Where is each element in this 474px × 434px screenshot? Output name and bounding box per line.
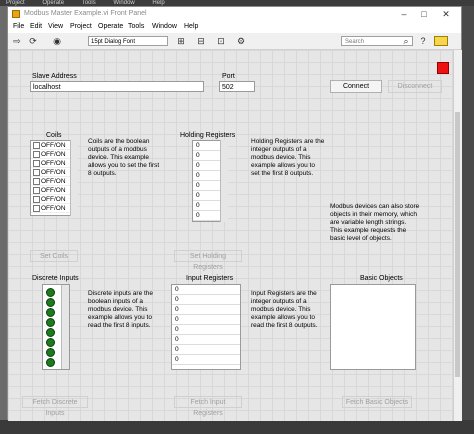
input-register-value: 0 [172, 335, 240, 345]
basic-objects-list[interactable] [330, 284, 416, 370]
desktop-right [462, 6, 474, 434]
coil-label: OFF/ON [41, 160, 66, 167]
set-holding-registers-button[interactable]: Set Holding Registers [174, 250, 242, 271]
run-continuously-icon[interactable]: ⟳ [28, 36, 38, 46]
coils-description: Coils are the boolean outputs of a modbu… [88, 138, 160, 177]
reorder-icon[interactable]: ⚙ [234, 36, 248, 46]
window-title: Modbus Master Example.vi Front Panel [24, 10, 147, 17]
desktop-bottom [0, 420, 474, 434]
coil-label: OFF/ON [41, 169, 66, 176]
align-objects-icon[interactable]: ⊞ [174, 36, 188, 46]
help-icon[interactable]: ? [418, 36, 428, 46]
coils-label: Coils [46, 132, 62, 139]
coil-label: OFF/ON [41, 187, 66, 194]
input-register-value: 0 [172, 345, 240, 355]
discrete-inputs-array [42, 284, 70, 370]
search-icon[interactable]: ⌕ [401, 36, 411, 46]
maximize-button[interactable]: □ [416, 8, 432, 20]
discrete-inputs-description: Discrete inputs are the boolean inputs o… [88, 290, 154, 329]
input-register-value: 0 [172, 285, 240, 295]
discrete-input-led [46, 328, 55, 337]
holding-registers-scrollbar[interactable] [220, 140, 228, 222]
menu-project[interactable]: Project [70, 23, 92, 30]
slave-address-field[interactable]: localhost [30, 81, 204, 92]
input-register-value: 0 [172, 315, 240, 325]
discrete-input-led [46, 298, 55, 307]
discrete-inputs-label: Discrete Inputs [32, 275, 79, 282]
checkbox-icon[interactable] [33, 168, 40, 176]
port-field[interactable]: 502 [219, 81, 255, 92]
checkbox-icon[interactable] [33, 195, 40, 203]
checkbox-icon[interactable] [33, 186, 40, 194]
resize-objects-icon[interactable]: ⊡ [214, 36, 228, 46]
input-register-value: 0 [172, 355, 240, 365]
checkbox-icon[interactable] [33, 150, 40, 158]
holding-registers-label: Holding Registers [180, 132, 236, 139]
fetch-discrete-inputs-button[interactable]: Fetch Discrete Inputs [22, 396, 88, 417]
stop-indicator[interactable] [437, 62, 449, 74]
discrete-input-led [46, 288, 55, 297]
front-panel-window: Modbus Master Example.vi Front Panel – □… [7, 6, 462, 421]
scrollbar-thumb[interactable] [455, 112, 460, 377]
set-coils-button[interactable]: Set Coils [30, 250, 78, 262]
coil-label: OFF/ON [41, 196, 66, 203]
font-selector[interactable]: 15pt Dialog Font [88, 36, 168, 46]
input-register-value: 0 [172, 325, 240, 335]
discrete-input-led [46, 338, 55, 347]
discrete-input-led [46, 308, 55, 317]
front-panel: Slave Address localhost Port 502 Connect… [8, 50, 453, 421]
checkbox-icon[interactable] [33, 141, 40, 149]
checkbox-icon[interactable] [33, 204, 40, 212]
input-registers-label: Input Registers [186, 275, 234, 282]
coils-scrollbar[interactable] [70, 140, 78, 216]
minimize-button[interactable]: – [396, 8, 412, 20]
discrete-inputs-scrollbar[interactable] [61, 285, 69, 369]
panel-vertical-scrollbar[interactable] [453, 50, 462, 421]
connect-button[interactable]: Connect [330, 80, 382, 93]
input-registers-description: Input Registers are the integer outputs … [251, 290, 318, 329]
discrete-input-led [46, 358, 55, 367]
input-register-value: 0 [172, 305, 240, 315]
fetch-input-registers-button[interactable]: Fetch Input Registers [174, 396, 242, 417]
coil-label: OFF/ON [41, 142, 66, 149]
close-button[interactable]: ✕ [438, 8, 454, 20]
distribute-objects-icon[interactable]: ⊟ [194, 36, 208, 46]
checkbox-icon[interactable] [33, 159, 40, 167]
coil-label: OFF/ON [41, 205, 66, 212]
title-bar: Modbus Master Example.vi Front Panel – □… [8, 7, 461, 21]
menu-operate[interactable]: Operate [98, 23, 123, 30]
input-register-value: 0 [172, 295, 240, 305]
menu-view[interactable]: View [48, 23, 63, 30]
menu-tools[interactable]: Tools [128, 23, 144, 30]
checkbox-icon[interactable] [33, 177, 40, 185]
discrete-input-led [46, 348, 55, 357]
abort-icon[interactable]: ◉ [52, 36, 62, 46]
input-registers-list: 0 0 0 0 0 0 0 0 [171, 284, 241, 370]
holding-registers-description: Holding Registers are the integer output… [251, 138, 325, 177]
menu-window[interactable]: Window [152, 23, 177, 30]
disconnect-button[interactable]: Disconnect [388, 80, 442, 93]
vi-icon [434, 36, 448, 46]
menu-edit[interactable]: Edit [30, 23, 42, 30]
slave-address-label: Slave Address [32, 73, 77, 80]
menu-help[interactable]: Help [184, 23, 198, 30]
objects-description: Modbus devices can also store objects in… [330, 203, 420, 242]
basic-objects-label: Basic Objects [360, 275, 403, 282]
toolbar: ⇨ ⟳ ◉ 15pt Dialog Font ⊞ ⊟ ⊡ ⚙ Search ⌕ … [8, 33, 461, 50]
menu-bar: File Edit View Project Operate Tools Win… [8, 21, 461, 33]
desktop-left [0, 6, 7, 434]
run-arrow-icon[interactable]: ⇨ [12, 36, 22, 46]
labview-app-icon [12, 10, 20, 18]
fetch-basic-objects-button[interactable]: Fetch Basic Objects [342, 396, 412, 408]
menu-file[interactable]: File [13, 23, 24, 30]
coil-label: OFF/ON [41, 151, 66, 158]
discrete-input-led [46, 318, 55, 327]
coil-label: OFF/ON [41, 178, 66, 185]
port-label: Port [222, 73, 235, 80]
